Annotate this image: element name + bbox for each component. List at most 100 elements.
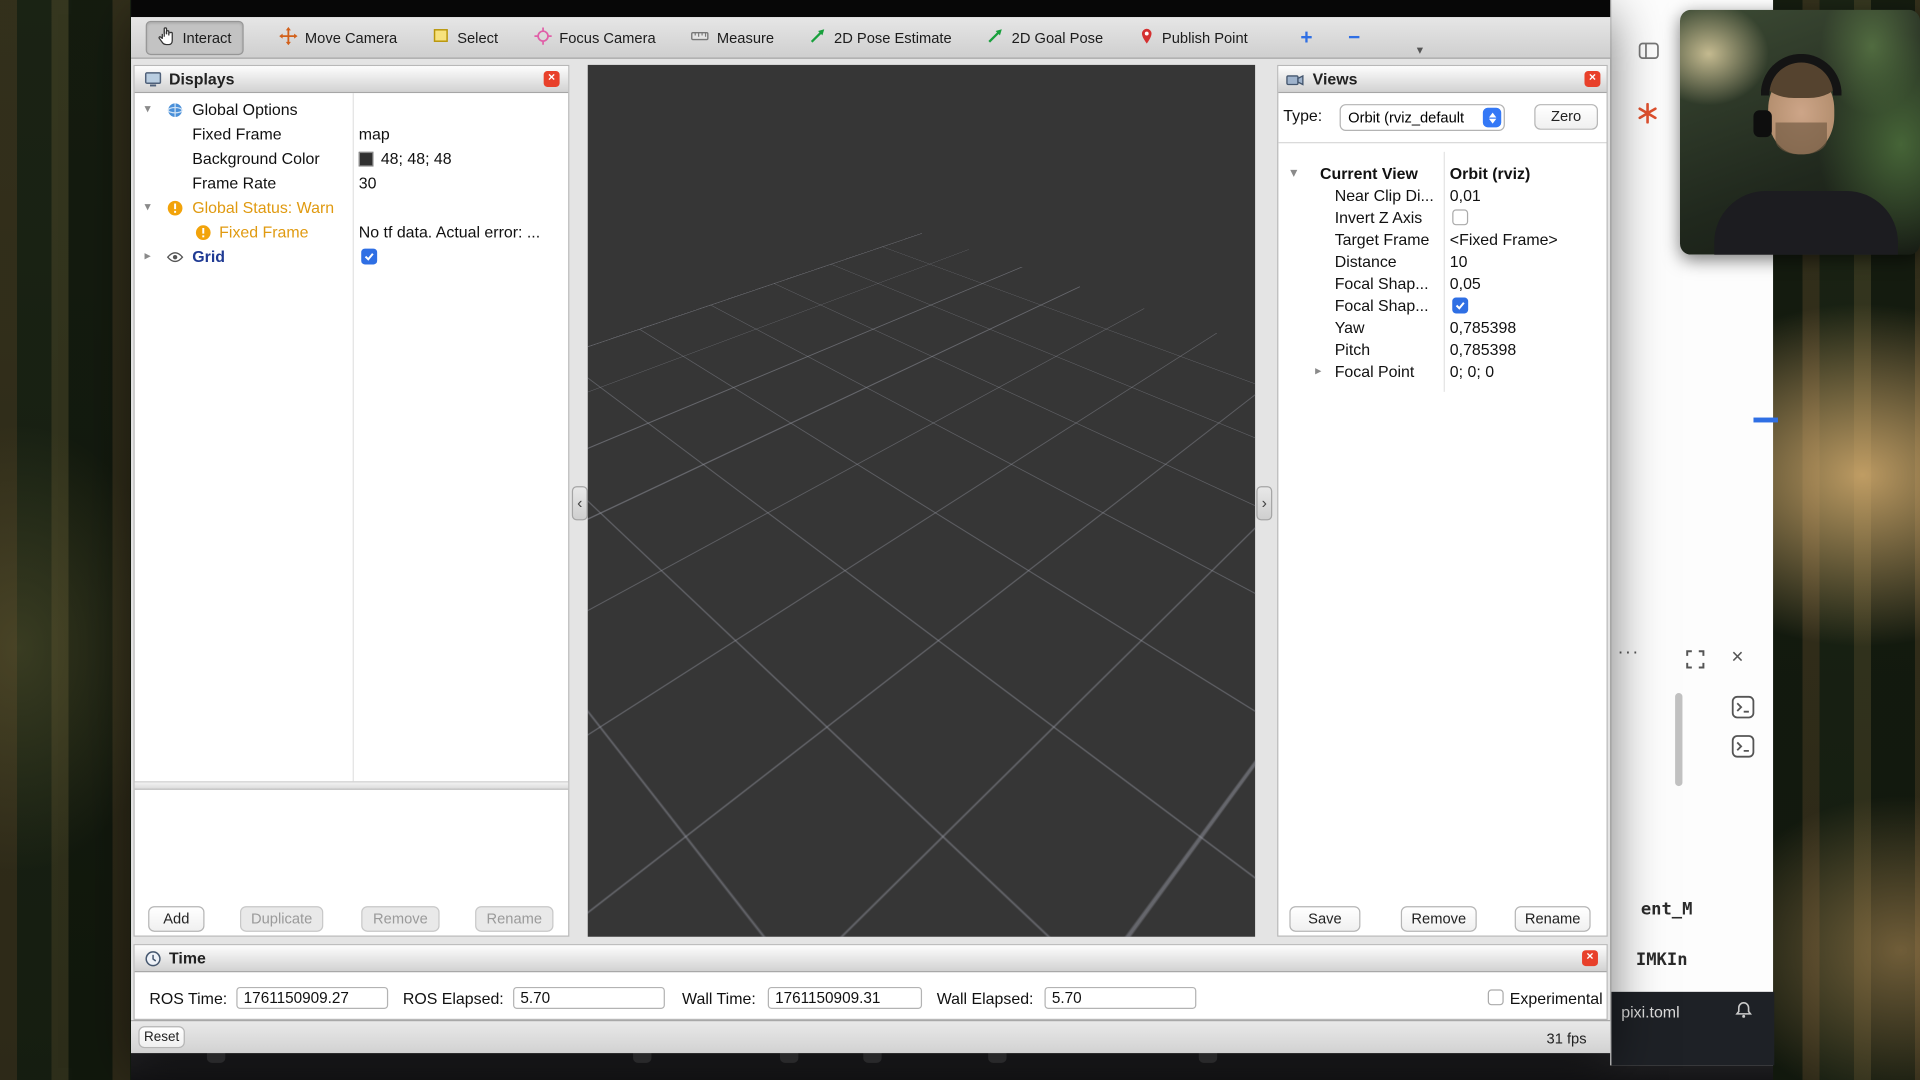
eye-icon [167,249,184,273]
zero-button[interactable]: Zero [1534,104,1598,130]
window-titlebar[interactable] [131,0,1610,17]
tree-row-distance[interactable]: Distance 10 [1278,250,1606,274]
ros-elapsed-input[interactable]: 5.70 [513,987,665,1009]
chevron-right-icon[interactable]: ▸ [1315,360,1321,384]
rename-button[interactable]: Rename [475,906,553,932]
more-options-icon[interactable]: ··· [1618,642,1640,663]
property-label: Distance [1335,250,1397,274]
person-beard [1776,122,1827,154]
rviz-toolbar: Interact Move Camera Select Focus Camera… [131,17,1610,59]
grid-enabled-checkbox[interactable] [361,249,377,265]
tree-row-target-frame[interactable]: Target Frame <Fixed Frame> [1278,228,1606,252]
tool-publish-point[interactable]: Publish Point [1139,26,1248,48]
tree-row-yaw[interactable]: Yaw 0,785398 [1278,316,1606,340]
editor-scrollbar[interactable] [1675,693,1682,786]
tool-2d-pose-estimate[interactable]: 2D Pose Estimate [810,27,952,48]
rviz-window: Interact Move Camera Select Focus Camera… [131,0,1610,1053]
experimental-checkbox[interactable] [1488,989,1504,1005]
close-icon[interactable]: × [1731,645,1743,669]
view-type-value: Orbit (rviz_default [1348,109,1464,126]
ros-time-label: ROS Time: [149,989,227,1007]
displays-panel: Displays × ▾ Global Options Fixed Frame … [133,65,569,937]
add-button[interactable]: Add [148,906,204,932]
view-type-dropdown[interactable]: Orbit (rviz_default [1340,104,1505,131]
3d-viewport[interactable] [588,65,1255,937]
terminal-icon[interactable] [1731,696,1754,719]
tree-row-fixed-frame[interactable]: Fixed Frame map [135,122,568,146]
close-panel-button[interactable]: × [1582,950,1598,966]
property-value[interactable]: 0,05 [1450,272,1481,296]
collapse-left-panel-button[interactable]: ‹ [572,486,588,520]
chevron-down-icon[interactable]: ▾ [1291,162,1297,186]
tree-row-background-color[interactable]: Background Color 48; 48; 48 [135,147,568,171]
grid-plane [588,65,1255,571]
property-value[interactable]: 48; 48; 48 [381,147,452,171]
panel-splitter[interactable] [135,781,568,790]
tree-row-grid[interactable]: ▸ Grid [135,245,568,269]
rename-view-button[interactable]: Rename [1515,906,1591,932]
tree-row-fixed-frame-warn[interactable]: Fixed Frame No tf data. Actual error: ..… [135,220,568,244]
duplicate-button[interactable]: Duplicate [240,906,323,932]
editor-text-line: ent_M [1641,900,1693,920]
terminal-icon[interactable] [1731,735,1754,758]
chevron-down-icon[interactable]: ▾ [144,196,150,220]
displays-panel-header[interactable]: Displays × [135,66,568,93]
wall-time-input[interactable]: 1761150909.31 [768,987,922,1009]
property-value[interactable]: 10 [1450,250,1468,274]
tree-row-near-clip[interactable]: Near Clip Di... 0,01 [1278,184,1606,208]
property-value[interactable]: <Fixed Frame> [1450,228,1558,252]
views-panel-header[interactable]: Views × [1278,66,1606,93]
pixi-logo-icon[interactable] [1637,103,1658,130]
tool-measure[interactable]: Measure [691,26,774,48]
close-panel-button[interactable]: × [544,71,560,87]
blue-indicator [1753,418,1777,423]
ros-time-input[interactable]: 1761150909.27 [236,987,388,1009]
close-panel-button[interactable]: × [1584,71,1600,87]
save-view-button[interactable]: Save [1289,906,1360,932]
focal-shape-checkbox[interactable] [1452,298,1468,314]
time-panel-header[interactable]: Time × [135,945,1607,972]
property-value[interactable]: map [359,122,390,146]
views-panel: Views × Type: Orbit (rviz_default Zero ▾… [1277,65,1608,937]
tool-focus-camera[interactable]: Focus Camera [534,26,656,48]
property-value[interactable]: 0,785398 [1450,338,1516,362]
color-swatch[interactable] [359,152,374,167]
collapse-right-panel-button[interactable]: › [1256,486,1272,520]
chevron-down-icon[interactable]: ▾ [144,98,150,122]
remove-tool-button[interactable]: − [1348,25,1360,49]
tool-label: Measure [717,29,774,46]
property-value[interactable]: 0,785398 [1450,316,1516,340]
tree-row-focal-point[interactable]: ▸ Focal Point 0; 0; 0 [1278,360,1606,384]
tool-move-camera[interactable]: Move Camera [279,26,397,48]
sidebar-toggle-icon[interactable] [1638,42,1659,66]
tree-row-current-view[interactable]: ▾ Current View Orbit (rviz) [1278,162,1606,186]
fullscreen-icon[interactable] [1685,649,1706,676]
tree-row-global-status[interactable]: ▾ Global Status: Warn [135,196,568,220]
reset-button[interactable]: Reset [138,1026,185,1048]
tree-row-pitch[interactable]: Pitch 0,785398 [1278,338,1606,362]
property-label: Focal Point [1335,360,1415,384]
tree-row-focal-shape-size[interactable]: Focal Shap... 0,05 [1278,272,1606,296]
property-value[interactable]: 0; 0; 0 [1450,360,1494,384]
tool-select[interactable]: Select [433,27,498,48]
property-value[interactable]: 0,01 [1450,184,1481,208]
tree-row-invert-z[interactable]: Invert Z Axis [1278,206,1606,230]
toolbar-overflow-chevron-icon[interactable]: ▾ [1417,44,1423,57]
remove-view-button[interactable]: Remove [1401,906,1477,932]
tree-row-global-options[interactable]: ▾ Global Options [135,98,568,122]
bell-icon[interactable] [1734,1000,1754,1026]
tool-2d-goal-pose[interactable]: 2D Goal Pose [987,27,1103,48]
wall-elapsed-input[interactable]: 5.70 [1044,987,1196,1009]
property-label: Near Clip Di... [1335,184,1434,208]
tree-row-frame-rate[interactable]: Frame Rate 30 [135,171,568,195]
tree-row-focal-shape-fixed[interactable]: Focal Shap... [1278,294,1606,318]
invert-z-checkbox[interactable] [1452,209,1468,225]
add-tool-button[interactable]: + [1300,25,1312,49]
views-icon [1286,71,1304,94]
type-label: Type: [1283,107,1322,125]
chevron-right-icon[interactable]: ▸ [144,245,150,269]
property-value[interactable]: 30 [359,171,377,195]
tool-interact[interactable]: Interact [146,20,244,54]
remove-button[interactable]: Remove [361,906,439,932]
statusbar-filename[interactable]: pixi.toml [1621,1003,1679,1021]
